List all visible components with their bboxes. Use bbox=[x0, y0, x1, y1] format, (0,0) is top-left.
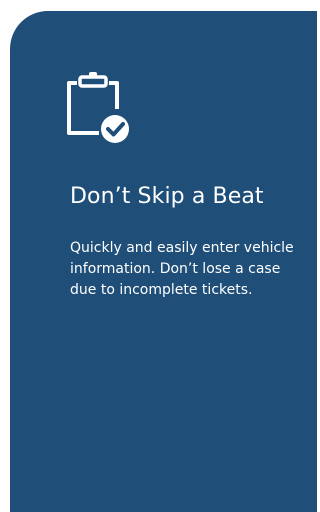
feature-card: Don’t Skip a Beat Quickly and easily ent… bbox=[10, 11, 317, 512]
card-description: Quickly and easily enter vehicle informa… bbox=[70, 240, 294, 298]
clipboard-check-icon bbox=[65, 69, 135, 149]
card-title: Don’t Skip a Beat bbox=[70, 184, 264, 209]
